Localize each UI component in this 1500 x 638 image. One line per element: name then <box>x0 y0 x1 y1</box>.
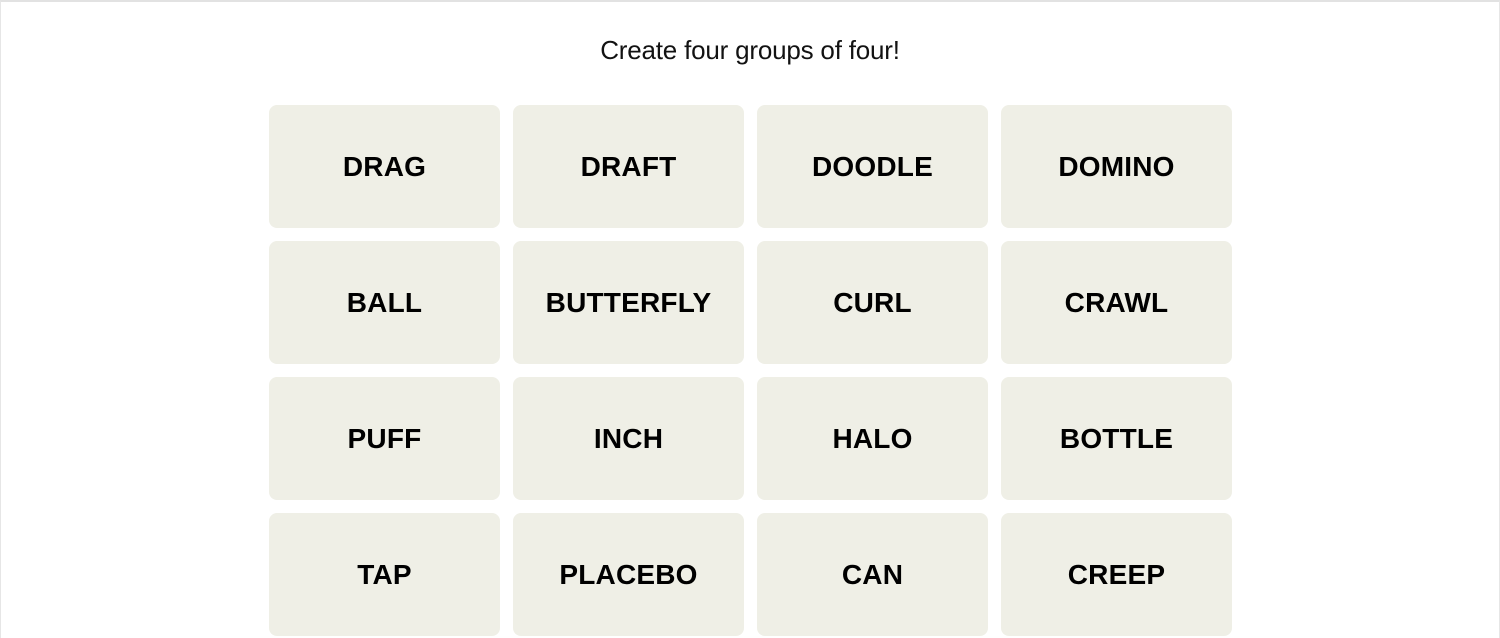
word-tile[interactable]: BOTTLE <box>1001 377 1232 500</box>
word-tile[interactable]: DOMINO <box>1001 105 1232 228</box>
word-tile[interactable]: CRAWL <box>1001 241 1232 364</box>
word-tile[interactable]: CURL <box>757 241 988 364</box>
word-tile[interactable]: PLACEBO <box>513 513 744 636</box>
word-tile[interactable]: PUFF <box>269 377 500 500</box>
word-tile[interactable]: CREEP <box>1001 513 1232 636</box>
word-tile[interactable]: CAN <box>757 513 988 636</box>
word-tile[interactable]: HALO <box>757 377 988 500</box>
word-grid: DRAG DRAFT DOODLE DOMINO BALL BUTTERFLY … <box>269 105 1232 636</box>
word-tile[interactable]: TAP <box>269 513 500 636</box>
word-tile[interactable]: DOODLE <box>757 105 988 228</box>
word-tile[interactable]: DRAG <box>269 105 500 228</box>
word-tile[interactable]: BALL <box>269 241 500 364</box>
word-tile[interactable]: DRAFT <box>513 105 744 228</box>
word-tile[interactable]: BUTTERFLY <box>513 241 744 364</box>
instructions-text: Create four groups of four! <box>600 35 900 65</box>
word-tile[interactable]: INCH <box>513 377 744 500</box>
